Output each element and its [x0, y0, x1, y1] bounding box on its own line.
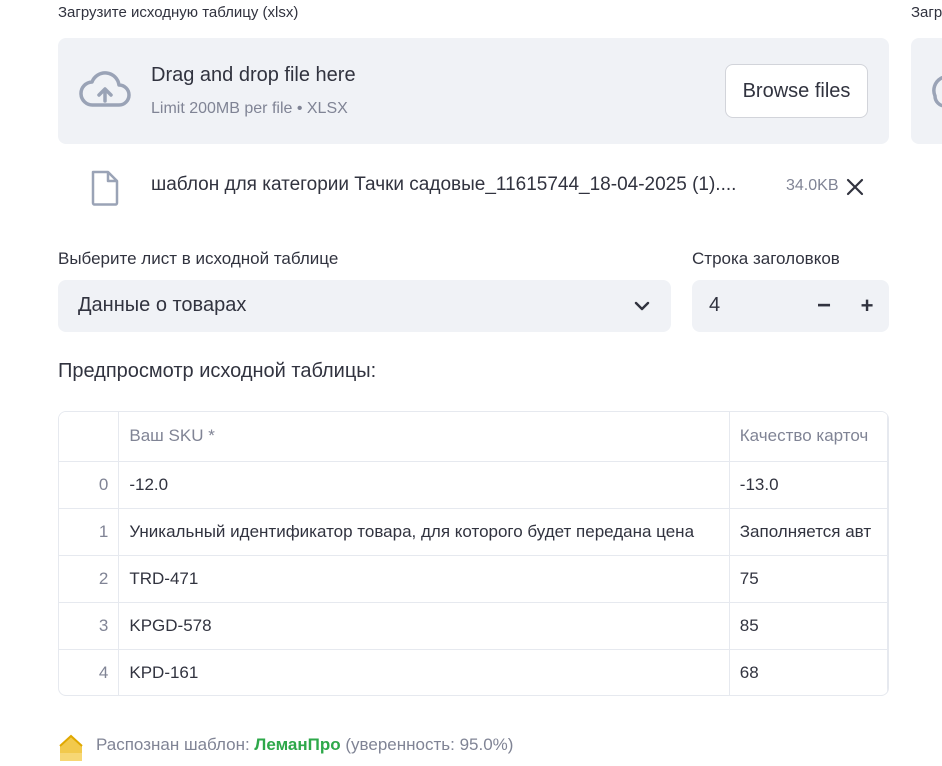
row-index: 1 [59, 508, 120, 556]
recognized-prefix: Распознан шаблон: [96, 735, 255, 754]
table-header-row: Ваш SKU * Качество карточ [59, 412, 888, 462]
uploaded-file-size: 34.0KB [786, 177, 839, 194]
recognized-confidence: (уверенность: 95.0%) [340, 735, 514, 754]
dropzone-title: Drag and drop file here [151, 64, 356, 86]
decrement-button[interactable]: − [812, 288, 836, 324]
house-icon [59, 734, 83, 761]
header-row-label: Строка заголовков [692, 249, 840, 268]
row-index: 0 [59, 461, 120, 509]
upload-label: Загрузите исходную таблицу (xlsx) [58, 4, 299, 21]
browse-files-button[interactable]: Browse files [725, 64, 868, 118]
row-index: 4 [59, 649, 120, 695]
row-index: 2 [59, 555, 120, 603]
table-cell[interactable]: Уникальный идентификатор товара, для кот… [118, 508, 730, 556]
chevron-down-icon[interactable] [632, 296, 652, 316]
template-name: ЛеманПро [254, 735, 341, 754]
data-table: Ваш SKU * Качество карточ 0 -12.0 -13.0 … [59, 412, 888, 695]
file-icon [91, 170, 119, 206]
recognized-template: Распознан шаблон: ЛеманПро (уверенность:… [96, 735, 513, 755]
table-row: 0 -12.0 -13.0 [59, 461, 888, 509]
table-cell[interactable]: 85 [729, 602, 888, 650]
table-row: 3 KPGD-578 85 [59, 602, 888, 650]
column-header-index[interactable] [59, 412, 120, 462]
table-cell[interactable]: TRD-471 [118, 555, 730, 603]
table-cell[interactable]: KPGD-578 [118, 602, 730, 650]
table-cell[interactable]: KPD-161 [118, 649, 730, 695]
cloud-upload-icon [79, 71, 131, 107]
table-cell[interactable]: 68 [729, 649, 888, 695]
increment-button[interactable]: + [855, 288, 879, 324]
table-cell[interactable]: Заполняется авт [729, 508, 888, 556]
close-icon[interactable] [845, 177, 865, 197]
upload-label-secondary: Загр [911, 4, 942, 21]
row-index: 3 [59, 602, 120, 650]
dropzone-limit: Limit 200MB per file • XLSX [151, 100, 348, 117]
header-row-value[interactable]: 4 [709, 294, 720, 317]
preview-table[interactable]: Ваш SKU * Качество карточ 0 -12.0 -13.0 … [58, 411, 889, 696]
column-header-quality[interactable]: Качество карточ [729, 412, 888, 462]
table-cell[interactable]: -12.0 [118, 461, 730, 509]
uploaded-file-name: шаблон для категории Тачки садовые_11615… [151, 174, 737, 195]
sheet-select-label: Выберите лист в исходной таблице [58, 249, 339, 268]
table-row: 1 Уникальный идентификатор товара, для к… [59, 508, 888, 556]
cloud-upload-icon-secondary [932, 76, 942, 108]
column-header-sku[interactable]: Ваш SKU * [118, 412, 730, 462]
table-cell[interactable]: -13.0 [729, 461, 888, 509]
table-cell[interactable]: 75 [729, 555, 888, 603]
preview-title: Предпросмотр исходной таблицы: [58, 360, 377, 382]
table-row: 4 KPD-161 68 [59, 649, 888, 695]
sheet-select-value[interactable]: Данные о товарах [78, 294, 246, 317]
table-row: 2 TRD-471 75 [59, 555, 888, 603]
